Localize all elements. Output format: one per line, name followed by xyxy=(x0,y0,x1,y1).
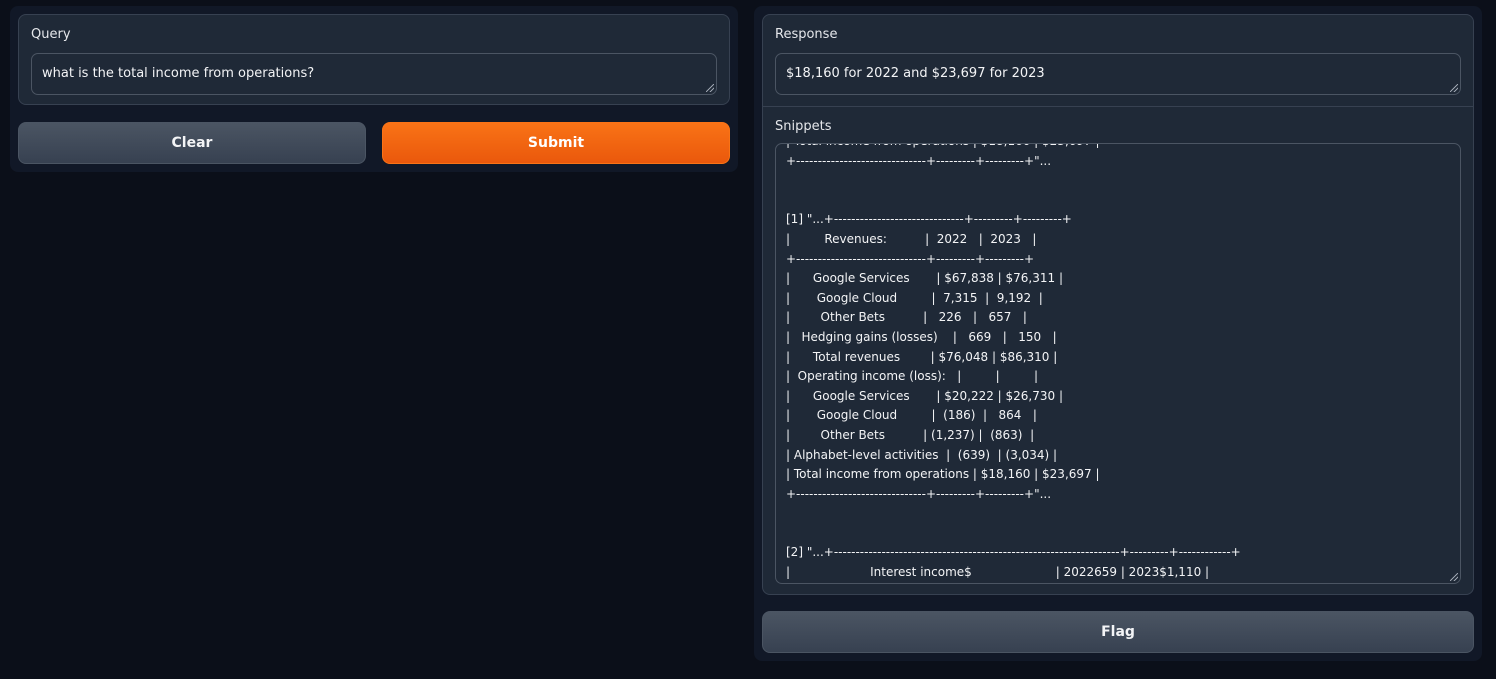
snippet-line: | Google Services | $67,838 | $76,311 | xyxy=(786,271,1063,286)
snippet-line: | Revenues: | 2022 | 2023 | xyxy=(786,231,1037,246)
snippet-line: | Google Cloud | 7,315 | 9,192 | xyxy=(786,290,1043,305)
response-output-value: $18,160 for 2022 and $23,697 for 2023 xyxy=(786,66,1045,81)
query-block: Query what is the total income from oper… xyxy=(18,14,730,105)
snippet-line: +------------------------------+--------… xyxy=(786,486,1052,501)
snippets-text: | Total income from operations | $18,160… xyxy=(786,144,1446,583)
clear-button[interactable]: Clear xyxy=(18,122,366,164)
output-block: Response $18,160 for 2022 and $23,697 fo… xyxy=(762,14,1474,595)
query-input-value: what is the total income from operations… xyxy=(42,66,315,81)
output-panel: Response $18,160 for 2022 and $23,697 fo… xyxy=(754,6,1482,661)
input-panel: Query what is the total income from oper… xyxy=(10,6,738,172)
snippets-label: Snippets xyxy=(775,119,832,134)
section-divider xyxy=(763,106,1473,107)
snippet-line: | Other Bets | 226 | 657 | xyxy=(786,310,1027,325)
flag-button[interactable]: Flag xyxy=(762,611,1474,653)
snippet-line: | Total income from operations | $18,160… xyxy=(786,467,1100,482)
snippet-line xyxy=(786,524,1446,544)
snippet-line: | Hedging gains (losses) | 669 | 150 | xyxy=(786,329,1057,344)
snippet-line: | Alphabet-level activities | (639) | (3… xyxy=(786,447,1058,462)
submit-button[interactable]: Submit xyxy=(382,122,730,164)
snippet-line: | Other Bets | (1,237) | (863) | xyxy=(786,427,1035,442)
response-output[interactable]: $18,160 for 2022 and $23,697 for 2023 xyxy=(775,53,1461,95)
snippet-line xyxy=(786,504,1446,524)
resize-grip-icon[interactable] xyxy=(706,84,714,92)
response-label: Response xyxy=(775,27,838,42)
snippet-line xyxy=(786,171,1446,191)
snippet-line: [1] "...+------------------------------+… xyxy=(786,212,1072,227)
snippet-line: [2] "...+-------------------------------… xyxy=(786,545,1241,560)
resize-grip-icon[interactable] xyxy=(1450,573,1458,581)
snippet-line: +------------------------------+--------… xyxy=(786,153,1052,168)
snippet-line: | Google Cloud | (186) | 864 | xyxy=(786,408,1037,423)
snippet-line: | Total income from operations | $18,160… xyxy=(786,144,1446,152)
snippet-line: | Total revenues | $76,048 | $86,310 | xyxy=(786,349,1058,364)
snippet-line: +------------------------------+--------… xyxy=(786,251,1035,266)
query-input[interactable]: what is the total income from operations… xyxy=(31,53,717,95)
snippets-output[interactable]: | Total income from operations | $18,160… xyxy=(775,143,1461,584)
snippet-line: | Operating income (loss): | | | xyxy=(786,369,1039,384)
query-label: Query xyxy=(31,27,71,42)
snippet-line xyxy=(786,191,1446,211)
snippet-line: | Google Services | $20,222 | $26,730 | xyxy=(786,388,1063,403)
resize-grip-icon[interactable] xyxy=(1450,84,1458,92)
snippet-line: | Interest income$ | 2022659 | 2023$1,11… xyxy=(786,565,1210,580)
